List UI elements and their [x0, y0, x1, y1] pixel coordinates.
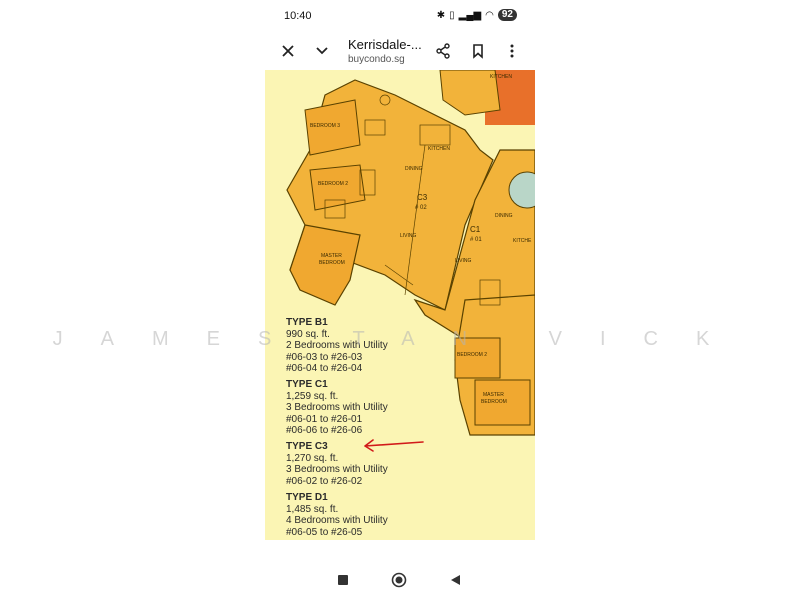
triangle-back-icon[interactable]	[448, 572, 464, 588]
page-title: Kerrisdale-...	[348, 37, 422, 52]
wifi-icon: ◠	[485, 9, 494, 21]
legend-range: #06-04 to #26-04	[286, 363, 363, 374]
legend-type: TYPE B1	[286, 317, 328, 328]
system-nav-bar	[265, 560, 535, 600]
label-master: MASTER	[321, 253, 342, 259]
label-unit-c1: C1	[470, 225, 481, 234]
phone-screen: 10:40 ✱ ▯ ▂▄▆ ◠ 92 Kerrisdale-... buycon…	[265, 0, 535, 600]
legend-desc: 4 Bedrooms with Utility	[286, 515, 388, 526]
label-unit-c3-no: # 02	[415, 205, 427, 211]
label-bedroom2: BEDROOM 2	[318, 181, 348, 187]
more-vert-icon[interactable]	[501, 40, 523, 62]
legend-area: 1,270 sq. ft.	[286, 452, 339, 464]
legend-type-c1: TYPE C1 1,259 sq. ft. 3 Bedrooms with Ut…	[286, 379, 388, 437]
legend-range: #06-05 to #26-05	[286, 526, 363, 538]
legend-area: 1,259 sq. ft.	[286, 390, 339, 402]
vibrate-icon: ▯	[449, 9, 455, 21]
circle-home-icon[interactable]	[391, 572, 407, 588]
legend-type-b1: TYPE B1 990 sq. ft. 2 Bedrooms with Util…	[286, 317, 388, 375]
legend-area: 990 sq. ft.	[286, 328, 330, 340]
label-kitchen-top: KITCHEN	[490, 74, 512, 80]
legend-desc: 3 Bedrooms with Utility	[286, 464, 388, 475]
label-bedroom3: BEDROOM 3	[310, 123, 340, 129]
bedroom2-b1-shape	[454, 337, 501, 379]
battery-icon: 92	[497, 9, 517, 21]
page-domain: buycondo.sg	[348, 54, 405, 65]
status-icons: ✱ ▯ ▂▄▆ ◠ 92	[437, 9, 517, 21]
label-unit-c1-no: # 01	[470, 237, 482, 243]
status-bar: 10:40 ✱ ▯ ▂▄▆ ◠ 92	[265, 0, 535, 32]
legend-type-d1: TYPE D1 1,485 sq. ft. 4 Bedrooms with Ut…	[286, 492, 388, 538]
label-master-bedroom-b1: BEDROOM	[481, 399, 507, 405]
signal-icon: ▂▄▆	[458, 9, 482, 21]
bluetooth-icon: ✱	[436, 9, 446, 21]
legend-type: TYPE C3	[286, 441, 328, 452]
label-master-b1: MASTER	[483, 392, 504, 398]
label-bedroom2-b1: BEDROOM 2	[457, 352, 487, 358]
label-living: LIVING	[400, 233, 417, 239]
close-icon[interactable]	[277, 40, 299, 62]
bookmark-icon[interactable]	[467, 40, 489, 62]
label-master-bedroom: BEDROOM	[319, 260, 345, 266]
label-living-c1: LIVING	[455, 258, 472, 264]
label-dining-c1: DINING	[495, 213, 513, 219]
legend-range: #06-01 to #26-01	[286, 413, 363, 425]
browser-toolbar: Kerrisdale-... buycondo.sg	[265, 32, 535, 70]
status-time: 10:40	[284, 10, 312, 22]
legend-type: TYPE D1	[286, 492, 328, 503]
chevron-down-icon[interactable]	[311, 40, 333, 62]
page-title-area[interactable]: Kerrisdale-... buycondo.sg	[348, 37, 422, 65]
label-dining: DINING	[405, 166, 423, 172]
legend-desc: 3 Bedrooms with Utility	[286, 402, 388, 413]
legend-type: TYPE C1	[286, 379, 328, 390]
share-icon[interactable]	[432, 40, 454, 62]
legend-range: #06-03 to #26-03	[286, 351, 363, 363]
legend-desc: 2 Bedrooms with Utility	[286, 340, 388, 351]
legend-type-c3: TYPE C3 1,270 sq. ft. 3 Bedrooms with Ut…	[286, 441, 388, 487]
label-kitchen: KITCHEN	[428, 146, 450, 152]
label-kitchen-c1: KITCHE	[513, 238, 532, 244]
legend-range: #06-02 to #26-02	[286, 475, 363, 487]
floor-plan-image: KITCHEN BEDROOM 3 KITCHEN DINING BEDROOM…	[265, 70, 535, 540]
legend-range: #06-06 to #26-06	[286, 425, 363, 436]
legend-area: 1,485 sq. ft.	[286, 503, 339, 515]
square-icon[interactable]	[335, 572, 351, 588]
label-unit-c3: C3	[417, 193, 428, 202]
